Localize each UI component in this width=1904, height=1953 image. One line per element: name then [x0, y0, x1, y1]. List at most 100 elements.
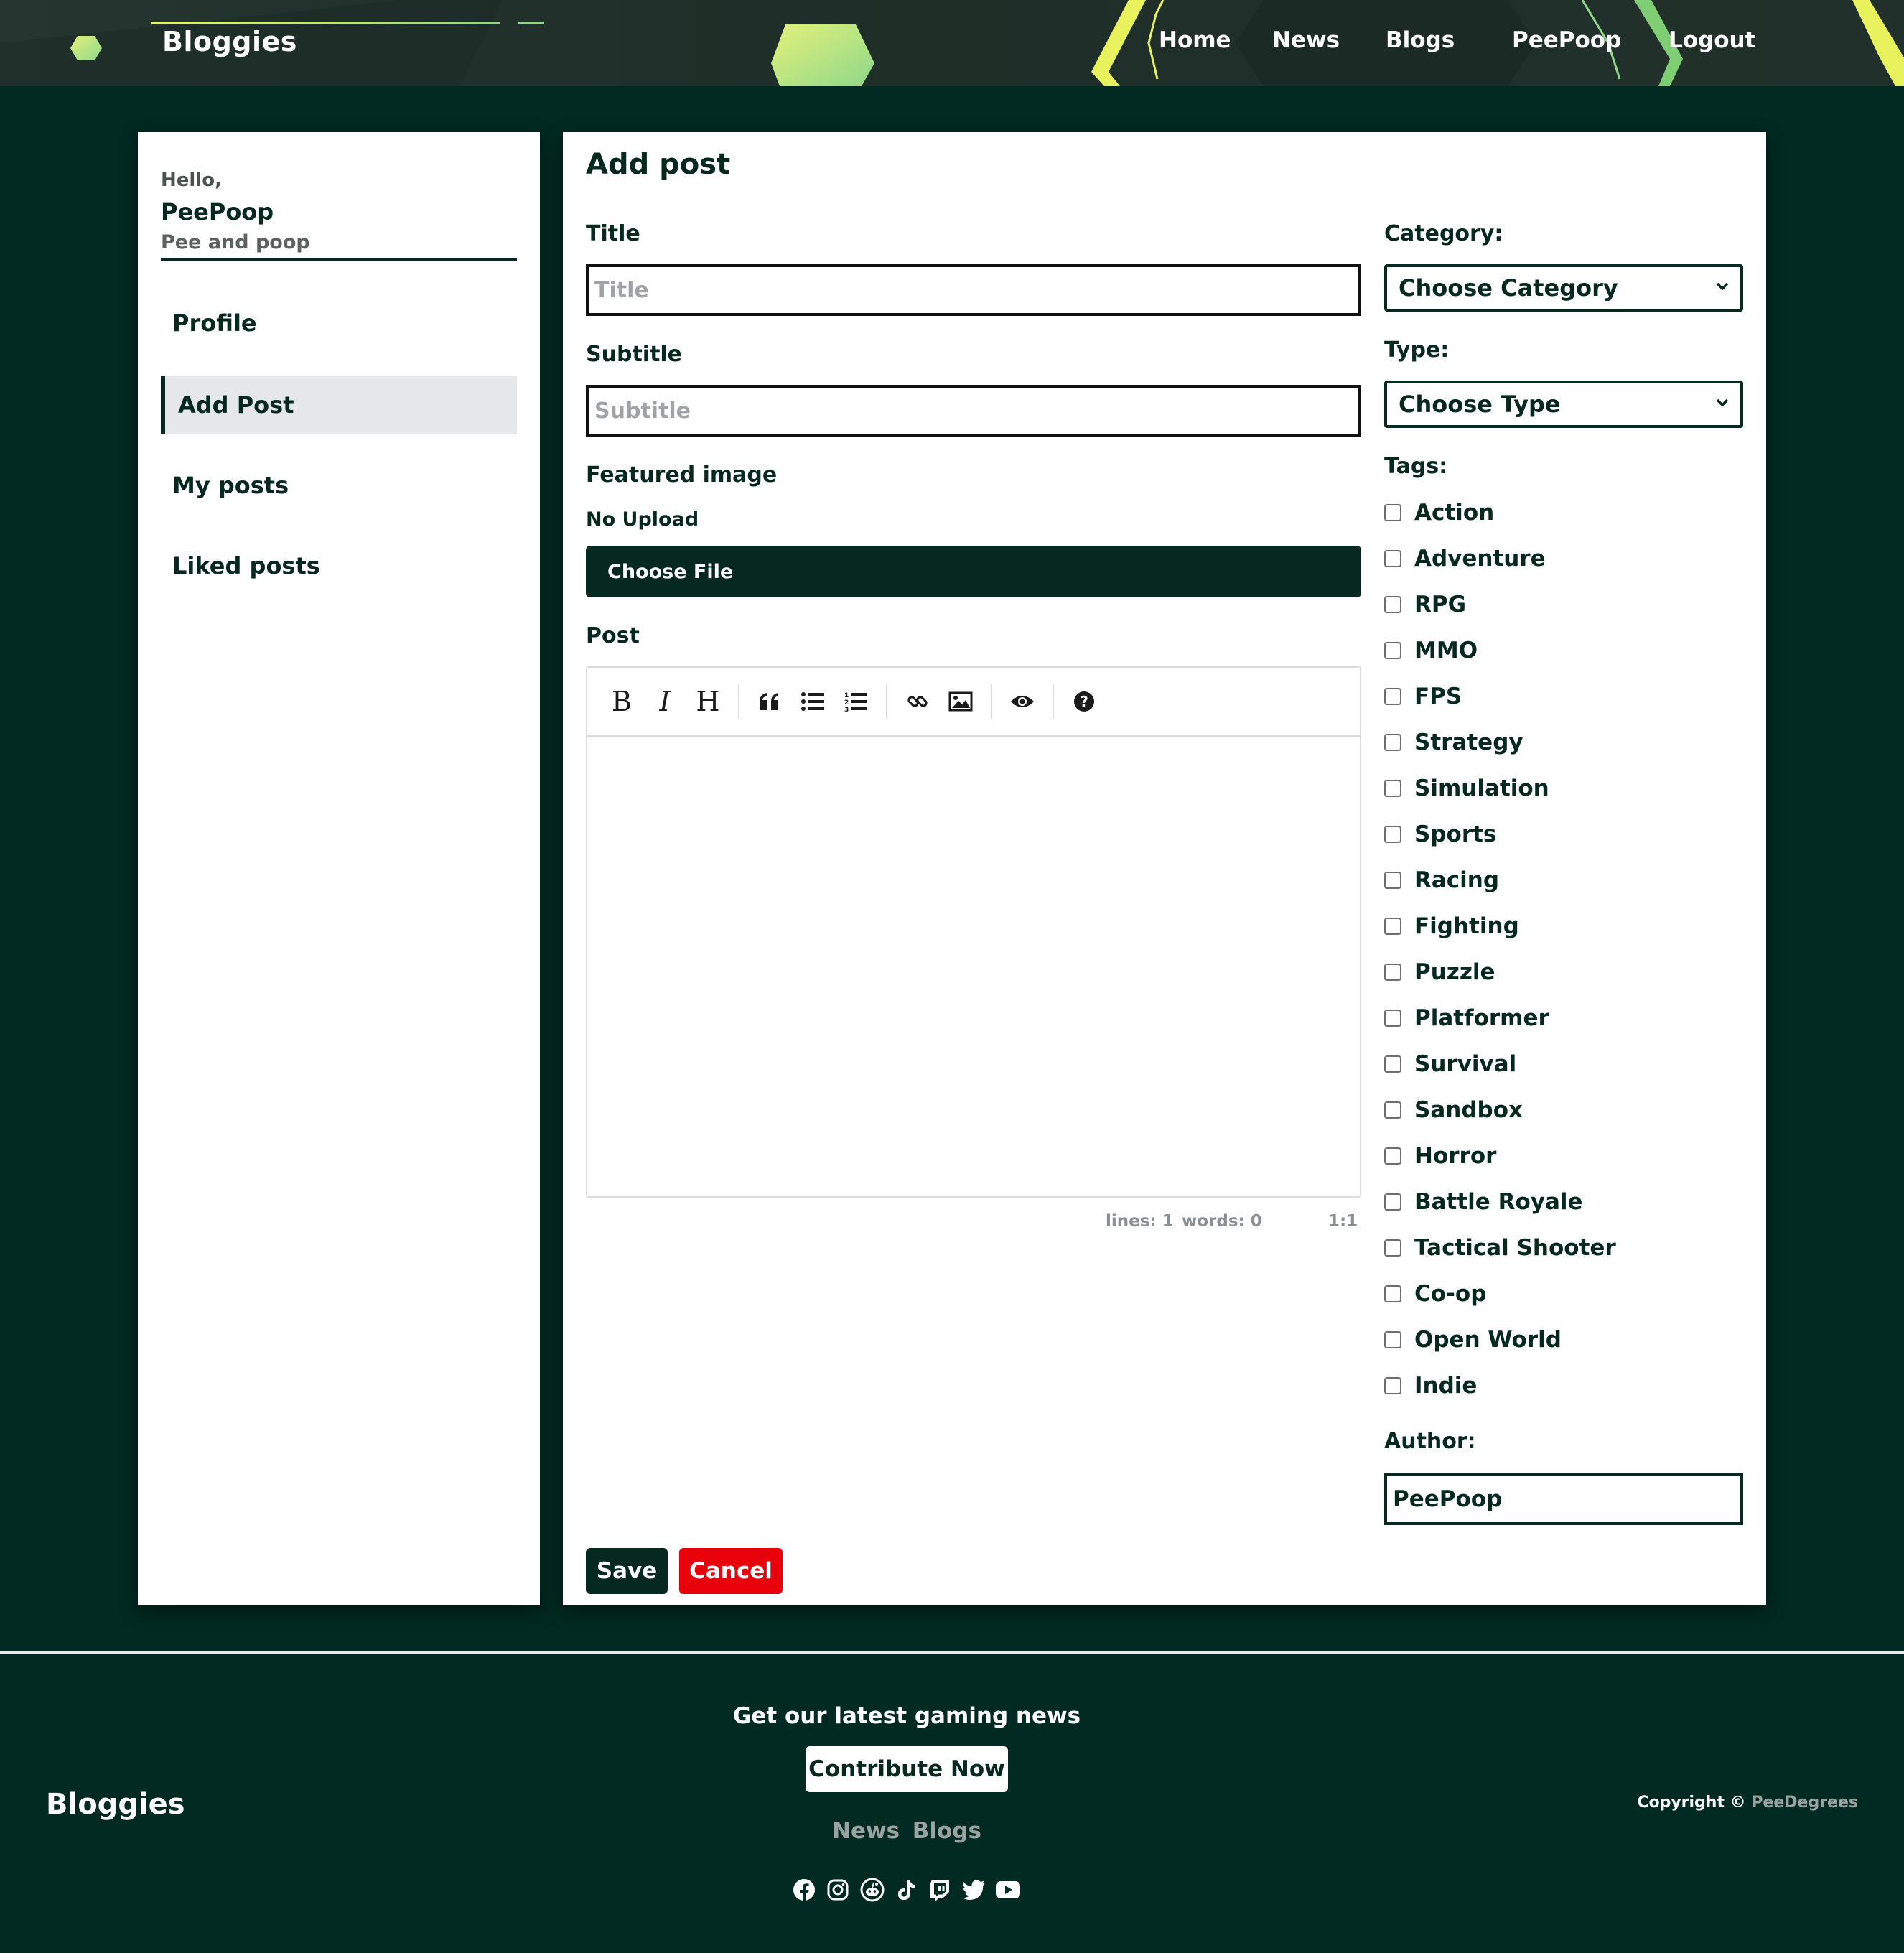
tag-checkbox[interactable] — [1384, 918, 1401, 935]
image-icon[interactable] — [941, 681, 981, 722]
tag-checkbox[interactable] — [1384, 688, 1401, 705]
tag-option[interactable]: Sandbox — [1384, 1096, 1523, 1124]
twitch-icon[interactable] — [927, 1877, 953, 1903]
tag-option[interactable]: Tactical Shooter — [1384, 1234, 1616, 1262]
tag-checkbox[interactable] — [1384, 1285, 1401, 1302]
tag-option[interactable]: Horror — [1384, 1142, 1496, 1170]
unordered-list-icon[interactable] — [793, 681, 833, 722]
tag-option[interactable]: Racing — [1384, 866, 1499, 895]
tag-option[interactable]: Fighting — [1384, 912, 1519, 941]
category-select-value: Choose Category — [1399, 274, 1618, 302]
tag-checkbox[interactable] — [1384, 964, 1401, 981]
tag-label: Sports — [1414, 821, 1497, 847]
subtitle-label: Subtitle — [586, 342, 683, 367]
tag-checkbox[interactable] — [1384, 1147, 1401, 1165]
quote-icon[interactable] — [750, 681, 790, 722]
author-input[interactable] — [1384, 1473, 1743, 1525]
tag-option[interactable]: Sports — [1384, 820, 1496, 849]
ordered-list-icon[interactable]: 123 — [836, 681, 876, 722]
tag-option[interactable]: Simulation — [1384, 774, 1549, 803]
help-icon[interactable]: ? — [1064, 681, 1104, 722]
tags-label: Tags: — [1384, 454, 1448, 479]
tag-checkbox[interactable] — [1384, 780, 1401, 797]
sidebar-item-profile[interactable]: Profile — [161, 294, 517, 352]
tag-option[interactable]: Indie — [1384, 1371, 1477, 1400]
subtitle-input[interactable] — [586, 385, 1361, 437]
nav-profile[interactable]: PeePoop — [1512, 27, 1621, 53]
category-label: Category: — [1384, 221, 1503, 246]
reddit-icon[interactable] — [859, 1877, 885, 1903]
cancel-button[interactable]: Cancel — [679, 1548, 783, 1594]
sidebar-item-add-post[interactable]: Add Post — [161, 376, 517, 434]
sidebar-card: Hello, PeePoop Pee and poop Profile Add … — [138, 132, 540, 1605]
tag-label: MMO — [1414, 638, 1478, 663]
editor-toolbar: B I H 123 ? — [587, 668, 1360, 737]
tag-checkbox[interactable] — [1384, 1055, 1401, 1073]
nav-blogs[interactable]: Blogs — [1386, 27, 1455, 53]
sidebar-item-my-posts[interactable]: My posts — [161, 457, 517, 514]
contribute-now-button[interactable]: Contribute Now — [806, 1746, 1008, 1792]
save-button[interactable]: Save — [586, 1548, 668, 1594]
tag-option[interactable]: RPG — [1384, 590, 1466, 619]
tiktok-icon[interactable] — [893, 1877, 919, 1903]
tag-option[interactable]: Action — [1384, 498, 1494, 527]
link-icon[interactable] — [897, 681, 938, 722]
editor-textarea[interactable] — [587, 738, 1360, 1198]
sidebar-item-liked-posts[interactable]: Liked posts — [161, 537, 517, 595]
chevron-down-icon — [1716, 398, 1729, 407]
twitter-icon[interactable] — [961, 1877, 987, 1903]
tag-option[interactable]: Strategy — [1384, 728, 1523, 757]
tag-checkbox[interactable] — [1384, 1101, 1401, 1119]
page-title: Add post — [586, 148, 731, 181]
tag-checkbox[interactable] — [1384, 550, 1401, 567]
tag-option[interactable]: FPS — [1384, 682, 1462, 711]
nav-logout[interactable]: Logout — [1669, 27, 1755, 53]
facebook-icon[interactable] — [791, 1877, 817, 1903]
type-select-value: Choose Type — [1399, 391, 1561, 418]
instagram-icon[interactable] — [825, 1877, 851, 1903]
footer-link-news[interactable]: News — [832, 1818, 900, 1844]
tag-checkbox[interactable] — [1384, 1377, 1401, 1394]
youtube-icon[interactable] — [995, 1877, 1021, 1903]
italic-icon[interactable]: I — [645, 681, 685, 722]
svg-text:1: 1 — [844, 692, 849, 699]
preview-eye-icon[interactable] — [1002, 681, 1042, 722]
nav-home[interactable]: Home — [1159, 27, 1231, 53]
markdown-editor: B I H 123 ? — [586, 666, 1361, 1198]
tag-checkbox[interactable] — [1384, 826, 1401, 843]
bold-icon[interactable]: B — [602, 681, 642, 722]
nav-news[interactable]: News — [1272, 27, 1340, 53]
tag-label: Strategy — [1414, 730, 1523, 755]
copyright-owner[interactable]: PeeDegrees — [1751, 1794, 1858, 1812]
tag-checkbox[interactable] — [1384, 1010, 1401, 1027]
tag-option[interactable]: Open World — [1384, 1325, 1562, 1354]
tag-label: Adventure — [1414, 546, 1546, 572]
tag-option[interactable]: Survival — [1384, 1050, 1516, 1078]
title-input[interactable] — [586, 264, 1361, 316]
toolbar-separator — [886, 684, 887, 719]
sidebar-username: PeePoop — [161, 198, 274, 225]
tag-checkbox[interactable] — [1384, 1239, 1401, 1257]
tag-checkbox[interactable] — [1384, 1331, 1401, 1348]
category-select[interactable]: Choose Category — [1384, 264, 1743, 312]
footer-brand[interactable]: Bloggies — [46, 1788, 185, 1821]
heading-icon[interactable]: H — [688, 681, 728, 722]
tag-checkbox[interactable] — [1384, 504, 1401, 521]
tag-option[interactable]: Adventure — [1384, 544, 1546, 573]
tag-option[interactable]: MMO — [1384, 636, 1478, 665]
editor-words-count: words: 0 — [1182, 1212, 1262, 1231]
tag-checkbox[interactable] — [1384, 1193, 1401, 1211]
tag-label: Indie — [1414, 1373, 1478, 1399]
tag-checkbox[interactable] — [1384, 596, 1401, 613]
tag-option[interactable]: Co-op — [1384, 1280, 1486, 1308]
tag-checkbox[interactable] — [1384, 642, 1401, 659]
footer-link-blogs[interactable]: Blogs — [913, 1818, 981, 1844]
tag-checkbox[interactable] — [1384, 734, 1401, 751]
tag-option[interactable]: Puzzle — [1384, 958, 1495, 987]
tag-option[interactable]: Platformer — [1384, 1004, 1549, 1033]
tag-option[interactable]: Battle Royale — [1384, 1188, 1583, 1216]
type-select[interactable]: Choose Type — [1384, 381, 1743, 428]
choose-file-button[interactable]: Choose File — [586, 546, 1361, 597]
tag-label: Platformer — [1414, 1005, 1549, 1031]
tag-checkbox[interactable] — [1384, 872, 1401, 889]
